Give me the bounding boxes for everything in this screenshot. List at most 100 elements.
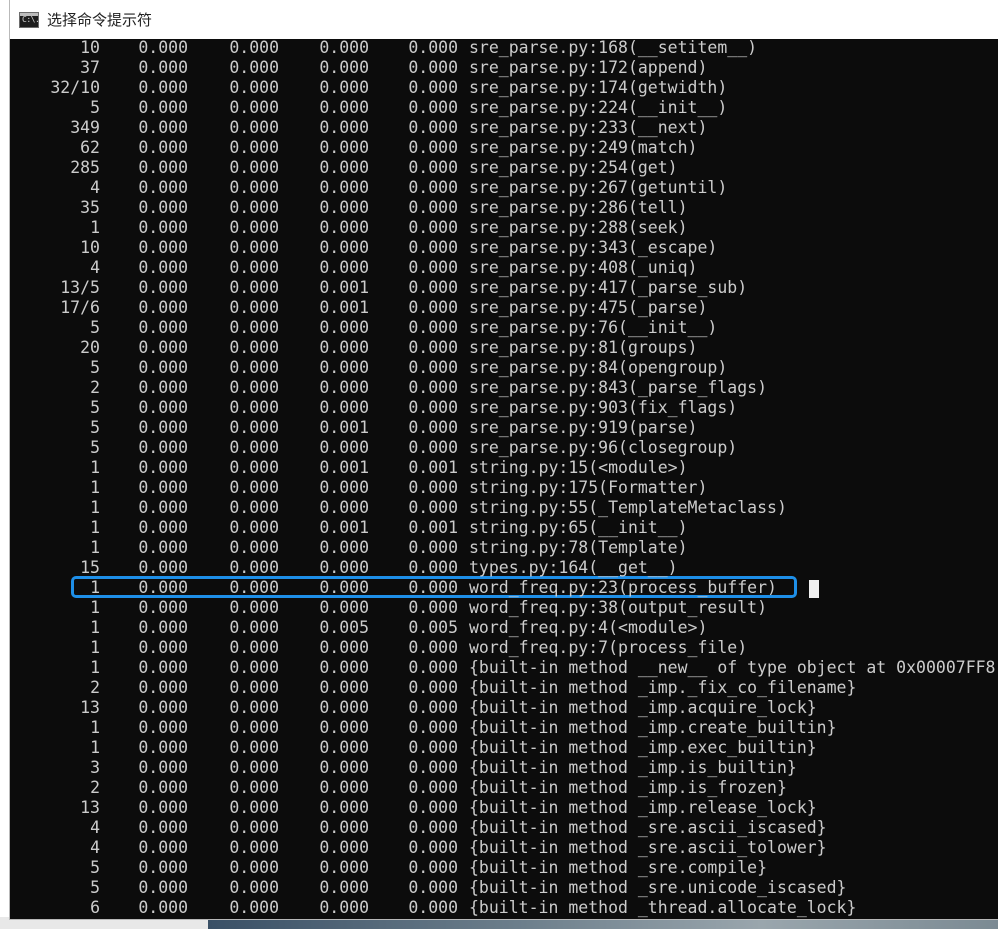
ncalls-cell: 10 xyxy=(80,238,100,257)
tottime-cell: 0.000 xyxy=(138,258,188,277)
percall-cell: 0.000 xyxy=(229,238,279,257)
percall-cell: 0.001 xyxy=(408,458,458,477)
cumtime-cell: 0.000 xyxy=(319,598,369,617)
function-cell: {built-in method _sre.unicode_iscased} xyxy=(469,878,847,897)
percall-cell: 0.000 xyxy=(408,838,458,857)
ncalls-cell: 1 xyxy=(90,618,100,637)
cumtime-cell: 0.000 xyxy=(319,498,369,517)
ncalls-cell: 35 xyxy=(80,198,100,217)
tottime-cell: 0.000 xyxy=(138,38,188,57)
function-cell: sre_parse.py:286(tell) xyxy=(469,198,688,217)
ncalls-cell: 1 xyxy=(90,738,100,757)
tottime-cell: 0.000 xyxy=(138,758,188,777)
percall-cell: 0.000 xyxy=(408,578,458,597)
percall-cell: 0.000 xyxy=(229,418,279,437)
tottime-cell: 0.000 xyxy=(138,158,188,177)
ncalls-cell: 3 xyxy=(90,758,100,777)
tottime-cell: 0.000 xyxy=(138,698,188,717)
function-cell: {built-in method _sre.ascii_tolower} xyxy=(469,838,827,857)
ncalls-cell: 1 xyxy=(90,478,100,497)
ncalls-cell: 5 xyxy=(90,98,100,117)
function-cell: {built-in method _imp.is_builtin} xyxy=(469,758,797,777)
percall-cell: 0.000 xyxy=(408,218,458,237)
function-cell: string.py:78(Template) xyxy=(469,538,688,557)
percall-cell: 0.000 xyxy=(408,658,458,677)
function-cell: {built-in method _imp._fix_co_filename} xyxy=(469,678,857,697)
table-row: 5 0.000 0.000 0.000 0.000 {built-in method _s… xyxy=(10,878,998,898)
function-cell: sre_parse.py:903(fix_flags) xyxy=(469,398,738,417)
cumtime-cell: 0.000 xyxy=(319,698,369,717)
console-output[interactable]: 10 0.000 0.000 0.000 0.000 sre_parse.py:168(_… xyxy=(10,38,998,919)
percall-cell: 0.000 xyxy=(229,38,279,57)
function-cell: sre_parse.py:343(_escape) xyxy=(469,238,718,257)
cumtime-cell: 0.000 xyxy=(319,878,369,897)
percall-cell: 0.000 xyxy=(229,398,279,417)
tottime-cell: 0.000 xyxy=(138,638,188,657)
tottime-cell: 0.000 xyxy=(138,618,188,637)
table-row: 10 0.000 0.000 0.000 0.000 sre_parse.py:168(_… xyxy=(10,38,998,58)
cumtime-cell: 0.001 xyxy=(319,518,369,537)
tottime-cell: 0.000 xyxy=(138,358,188,377)
cumtime-cell: 0.000 xyxy=(319,198,369,217)
cumtime-cell: 0.000 xyxy=(319,818,369,837)
table-row: 4 0.000 0.000 0.000 0.000 {built-in method _s… xyxy=(10,818,998,838)
percall-cell: 0.000 xyxy=(408,278,458,297)
tottime-cell: 0.000 xyxy=(138,418,188,437)
cumtime-cell: 0.000 xyxy=(319,78,369,97)
percall-cell: 0.000 xyxy=(408,538,458,557)
title-bar[interactable]: C:\. 选择命令提示符 xyxy=(10,0,998,39)
percall-cell: 0.000 xyxy=(408,778,458,797)
percall-cell: 0.000 xyxy=(229,378,279,397)
ncalls-cell: 13 xyxy=(80,798,100,817)
percall-cell: 0.000 xyxy=(408,78,458,97)
cmd-icon-glyph: C:\. xyxy=(22,14,40,24)
percall-cell: 0.000 xyxy=(408,238,458,257)
tottime-cell: 0.000 xyxy=(138,598,188,617)
ncalls-cell: 5 xyxy=(90,878,100,897)
table-row: 1 0.000 0.000 0.000 0.000 {built-in method _i… xyxy=(10,738,998,758)
tottime-cell: 0.000 xyxy=(138,458,188,477)
percall-cell: 0.000 xyxy=(408,118,458,137)
function-cell: sre_parse.py:84(opengroup) xyxy=(469,358,728,377)
table-row: 20 0.000 0.000 0.000 0.000 sre_parse.py:81(gr… xyxy=(10,338,998,358)
percall-cell: 0.001 xyxy=(408,518,458,537)
table-row: 32/10 0.000 0.000 0.000 0.000 sre_parse.py:17… xyxy=(10,78,998,98)
cmd-window[interactable]: C:\. 选择命令提示符 10 0.000 0.000 0.000 0.000 sre_p… xyxy=(10,0,998,919)
table-row: 5 0.000 0.000 0.000 0.000 sre_parse.py:224(__… xyxy=(10,98,998,118)
ncalls-cell: 349 xyxy=(70,118,100,137)
percall-cell: 0.000 xyxy=(229,678,279,697)
percall-cell: 0.000 xyxy=(408,718,458,737)
table-row: 13/5 0.000 0.000 0.001 0.000 sre_parse.py:417… xyxy=(10,278,998,298)
ncalls-cell: 13 xyxy=(80,698,100,717)
percall-cell: 0.000 xyxy=(408,258,458,277)
tottime-cell: 0.000 xyxy=(138,818,188,837)
function-cell: sre_parse.py:174(getwidth) xyxy=(469,78,728,97)
percall-cell: 0.000 xyxy=(229,518,279,537)
percall-cell: 0.000 xyxy=(229,498,279,517)
function-cell: {built-in method _imp.exec_builtin} xyxy=(469,738,817,757)
function-cell: {built-in method _imp.is_frozen} xyxy=(469,778,787,797)
table-row: 5 0.000 0.000 0.001 0.000 sre_parse.py:919(pa… xyxy=(10,418,998,438)
function-cell: sre_parse.py:254(get) xyxy=(469,158,678,177)
table-row: 5 0.000 0.000 0.000 0.000 sre_parse.py:76(__i… xyxy=(10,318,998,338)
table-row: 5 0.000 0.000 0.000 0.000 sre_parse.py:96(clo… xyxy=(10,438,998,458)
percall-cell: 0.000 xyxy=(408,178,458,197)
percall-cell: 0.000 xyxy=(408,398,458,417)
cumtime-cell: 0.000 xyxy=(319,318,369,337)
tottime-cell: 0.000 xyxy=(138,498,188,517)
cumtime-cell: 0.000 xyxy=(319,658,369,677)
function-cell: string.py:175(Formatter) xyxy=(469,478,708,497)
ncalls-cell: 17/6 xyxy=(60,298,100,317)
table-row: 349 0.000 0.000 0.000 0.000 sre_parse.py:233(… xyxy=(10,118,998,138)
tottime-cell: 0.000 xyxy=(138,578,188,597)
tottime-cell: 0.000 xyxy=(138,738,188,757)
table-row: 1 0.000 0.000 0.000 0.000 word_freq.py:38(out… xyxy=(10,598,998,618)
cumtime-cell: 0.000 xyxy=(319,378,369,397)
cumtime-cell: 0.000 xyxy=(319,98,369,117)
cumtime-cell: 0.000 xyxy=(319,138,369,157)
percall-cell: 0.000 xyxy=(408,198,458,217)
percall-cell: 0.000 xyxy=(408,738,458,757)
percall-cell: 0.000 xyxy=(408,798,458,817)
tottime-cell: 0.000 xyxy=(138,138,188,157)
function-cell: sre_parse.py:96(closegroup) xyxy=(469,438,738,457)
